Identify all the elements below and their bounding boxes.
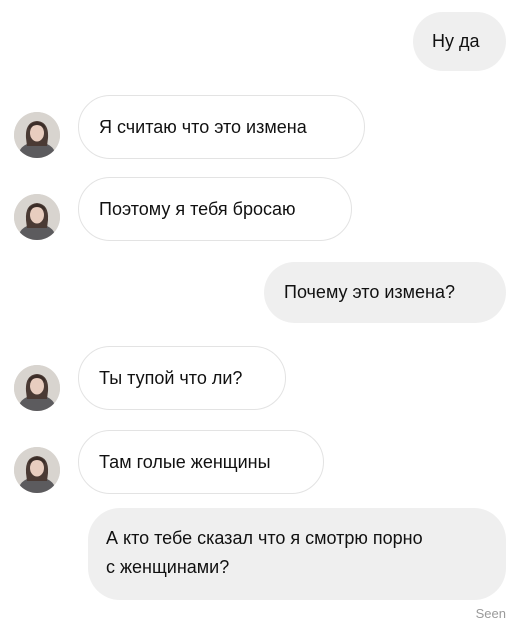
message-text-line: А кто тебе сказал что я смотрю порно bbox=[106, 528, 423, 548]
message-text: Почему это измена? bbox=[284, 282, 456, 302]
message-bubble-incoming[interactable]: Ты тупой что ли? bbox=[78, 346, 286, 410]
contact-avatar-icon[interactable] bbox=[14, 194, 60, 240]
message-bubble-outgoing[interactable]: А кто тебе сказал что я смотрю порно с ж… bbox=[88, 508, 506, 600]
message-thread: Ну да Я считаю что это измена Поэтому я … bbox=[0, 0, 526, 634]
message-text: Ну да bbox=[432, 31, 480, 51]
message-text: Я считаю что это измена bbox=[99, 117, 307, 137]
contact-avatar-icon[interactable] bbox=[14, 112, 60, 158]
message-bubble-incoming[interactable]: Там голые женщины bbox=[78, 430, 324, 494]
message-text: Поэтому я тебя бросаю bbox=[99, 199, 296, 219]
message-text: Там голые женщины bbox=[99, 452, 271, 472]
message-text-line: с женщинами? bbox=[106, 557, 230, 577]
seen-status: Seen bbox=[475, 606, 506, 621]
contact-avatar-icon[interactable] bbox=[14, 447, 60, 493]
message-bubble-outgoing[interactable]: Почему это измена? bbox=[264, 262, 506, 323]
message-bubble-outgoing[interactable]: Ну да bbox=[413, 12, 506, 71]
message-bubble-incoming[interactable]: Я считаю что это измена bbox=[78, 95, 365, 159]
contact-avatar-icon[interactable] bbox=[14, 365, 60, 411]
message-text: Ты тупой что ли? bbox=[99, 368, 243, 388]
message-bubble-incoming[interactable]: Поэтому я тебя бросаю bbox=[78, 177, 352, 241]
